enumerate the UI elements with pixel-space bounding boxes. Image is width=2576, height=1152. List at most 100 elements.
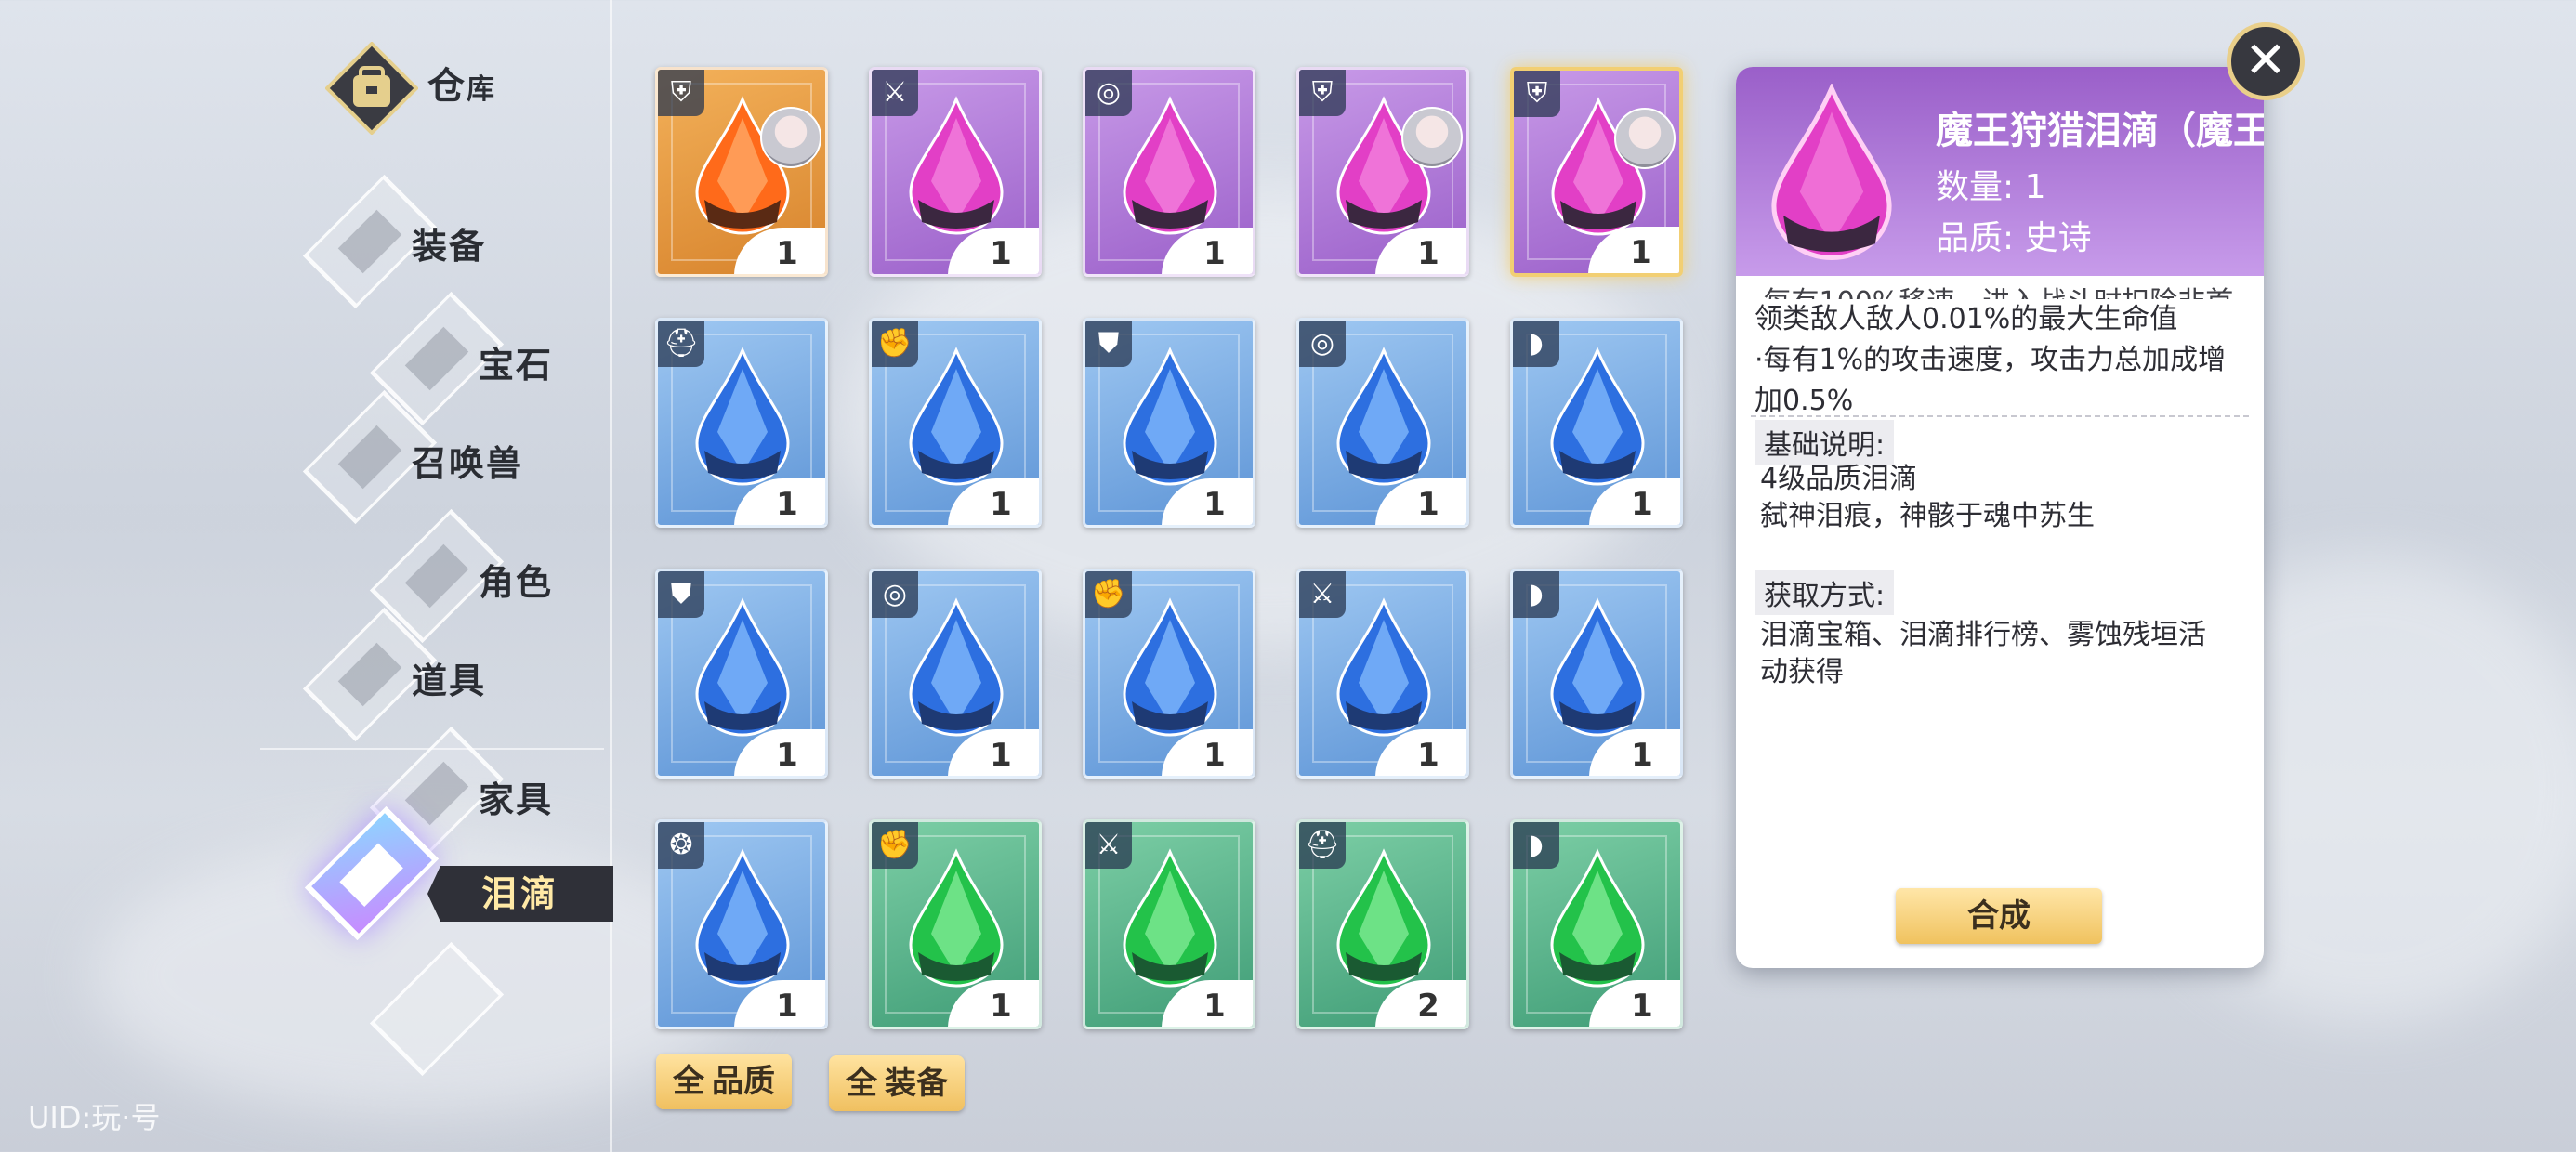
item-tile[interactable]: ◎ 1 xyxy=(869,569,1042,779)
teardrop-gem-icon xyxy=(695,848,790,988)
armor-icon: ⛊ xyxy=(658,571,704,618)
teardrop-gem-icon xyxy=(1771,84,1892,260)
obtain-line: 泪滴宝箱、泪滴排行榜、雾蚀残垣活 xyxy=(1760,619,2206,651)
gauntlet-icon: ✊ xyxy=(872,822,918,869)
item-tile[interactable]: ✊ 1 xyxy=(1083,569,1255,779)
teardrop-gem-icon xyxy=(1123,347,1217,486)
warehouse-title-small: 库 xyxy=(467,73,496,106)
shield-icon: ⛨ xyxy=(658,70,704,116)
teardrop-gem-icon xyxy=(909,96,1004,235)
filter-equip-label: 装备 xyxy=(885,1065,948,1102)
character-portrait xyxy=(1614,108,1676,169)
teardrop-gem-icon xyxy=(909,848,1004,988)
character-portrait xyxy=(760,107,821,168)
detail-header: 魔王狩猎泪滴（魔王） 数量: 1 品质: 史诗 xyxy=(1736,67,2264,276)
filter-quality-prefix: 全 xyxy=(673,1063,704,1100)
filter-quality-button[interactable]: 全品质 xyxy=(656,1054,792,1109)
item-tile[interactable]: ⚔ 1 xyxy=(869,67,1042,277)
effect-line: ·每有100%移速，进入战斗时扣除非首 xyxy=(1755,282,2247,299)
item-tile[interactable]: ⛨ 1 xyxy=(655,67,828,277)
filter-quality-label: 品质 xyxy=(712,1063,775,1100)
warehouse-title: 仓库 xyxy=(427,56,496,110)
section-divider xyxy=(1751,415,2249,417)
sword-icon: ⚔ xyxy=(1085,822,1132,869)
synthesize-button[interactable]: 合成 xyxy=(1896,888,2102,944)
obtain-title: 获取方式: xyxy=(1755,570,1895,615)
boots-icon: ◗ xyxy=(1513,571,1559,618)
teardrop-gem-icon xyxy=(909,597,1004,737)
item-name: 魔王狩猎泪滴（魔王） xyxy=(1936,110,2264,152)
shield-icon: ⛨ xyxy=(1514,71,1560,117)
teardrop-gem-icon xyxy=(695,347,790,486)
teardrop-gem-icon xyxy=(1123,848,1217,988)
teardrop-gem-icon xyxy=(1336,347,1431,486)
item-tile[interactable]: ⛊ 1 xyxy=(1083,318,1255,528)
teardrop-gem-icon xyxy=(1336,848,1431,988)
item-detail-panel: 魔王狩猎泪滴（魔王） 数量: 1 品质: 史诗 ·每有100%移速，进入战斗时扣… xyxy=(1736,67,2264,968)
basic-info-line: 弑神泪痕，神骸于魂中苏生 xyxy=(1760,500,2095,532)
teardrop-gem-icon xyxy=(909,347,1004,486)
category-empty-diamond xyxy=(369,941,505,1077)
armor-icon: ⛊ xyxy=(1085,321,1132,367)
close-icon[interactable]: ✕ xyxy=(2227,22,2305,100)
item-tile[interactable]: ◗ 1 xyxy=(1510,569,1683,779)
teardrop-gem-icon xyxy=(1550,848,1645,988)
item-quantity: 数量: 1 xyxy=(1936,168,2046,206)
category-summon[interactable]: 召唤兽 xyxy=(412,435,523,486)
item-tile[interactable]: ⛑ 2 xyxy=(1296,819,1469,1029)
category-gem[interactable]: 宝石 xyxy=(479,336,553,387)
category-equipment[interactable]: 装备 xyxy=(412,217,486,268)
category-character[interactable]: 角色 xyxy=(479,554,553,605)
boots-icon: ◗ xyxy=(1513,822,1559,869)
warehouse-bag-icon xyxy=(325,42,418,135)
category-furniture[interactable]: 家具 xyxy=(479,771,553,822)
filter-equip-prefix: 全 xyxy=(846,1065,877,1102)
item-tile[interactable]: ⛨ 1 xyxy=(1296,67,1469,277)
basic-info-body: 4级品质泪滴 弑神泪痕，神骸于魂中苏生 xyxy=(1760,461,2243,535)
item-tile[interactable]: ◗ 1 xyxy=(1510,819,1683,1029)
filter-equip-button[interactable]: 全装备 xyxy=(829,1055,965,1111)
item-tile[interactable]: ◎ 1 xyxy=(1296,318,1469,528)
item-tile[interactable]: ❂ 1 xyxy=(655,819,828,1029)
shield-icon: ⛨ xyxy=(1299,70,1346,116)
item-tile[interactable]: ⚔ 1 xyxy=(1296,569,1469,779)
sword-icon: ⚔ xyxy=(1299,571,1346,618)
teardrop-gem-icon xyxy=(1123,597,1217,737)
teardrop-gem-icon xyxy=(1123,96,1217,235)
obtain-body: 泪滴宝箱、泪滴排行榜、雾蚀残垣活 动获得 xyxy=(1760,617,2243,691)
necklace-icon: ❂ xyxy=(658,822,704,869)
obtain-line: 动获得 xyxy=(1760,656,1844,688)
item-quality: 品质: 史诗 xyxy=(1936,219,2092,257)
item-tile[interactable]: ◎ 1 xyxy=(1083,67,1255,277)
character-portrait xyxy=(1401,107,1463,168)
teardrop-gem-icon xyxy=(1550,597,1645,737)
basic-info-title: 基础说明: xyxy=(1755,420,1895,465)
teardrop-gem-icon xyxy=(695,597,790,737)
item-tile[interactable]: ⛊ 1 xyxy=(655,569,828,779)
item-tile[interactable]: ✊ 1 xyxy=(869,819,1042,1029)
gauntlet-icon: ✊ xyxy=(1085,571,1132,618)
teardrop-gem-icon xyxy=(1550,347,1645,486)
item-tile[interactable]: ⛨ 1 xyxy=(1510,67,1683,277)
helmet-icon: ⛑ xyxy=(658,321,704,367)
ring-icon: ◎ xyxy=(1085,70,1132,116)
basic-info-line: 4级品质泪滴 xyxy=(1760,463,1918,495)
sword-icon: ⚔ xyxy=(872,70,918,116)
item-tile[interactable]: ⛑ 1 xyxy=(655,318,828,528)
uid-label: UID:玩·号 xyxy=(28,1100,161,1135)
ring-icon: ◎ xyxy=(1299,321,1346,367)
teardrop-gem-icon xyxy=(1336,597,1431,737)
item-tile[interactable]: ⚔ 1 xyxy=(1083,819,1255,1029)
category-sidebar: 仓库 装备 宝石 召唤兽 角色 道具 家具 泪滴 UID:玩·号 xyxy=(0,0,613,1152)
item-tile[interactable]: ◗ 1 xyxy=(1510,318,1683,528)
ring-icon: ◎ xyxy=(872,571,918,618)
item-tile[interactable]: ✊ 1 xyxy=(869,318,1042,528)
category-teardrop-active[interactable]: 泪滴 xyxy=(427,866,613,922)
category-items[interactable]: 道具 xyxy=(412,652,486,703)
effect-description[interactable]: ·每有100%移速，进入战斗时扣除非首 领类敌人敌人0.01%的最大生命值 ·每… xyxy=(1755,282,2247,422)
effect-line: ·每有1%的攻击速度，攻击力总加成增 xyxy=(1755,344,2227,376)
boots-icon: ◗ xyxy=(1513,321,1559,367)
helmet-icon: ⛑ xyxy=(1299,822,1346,869)
warehouse-title-main: 仓 xyxy=(427,65,467,108)
effect-line: 领类敌人敌人0.01%的最大生命值 xyxy=(1755,303,2178,335)
